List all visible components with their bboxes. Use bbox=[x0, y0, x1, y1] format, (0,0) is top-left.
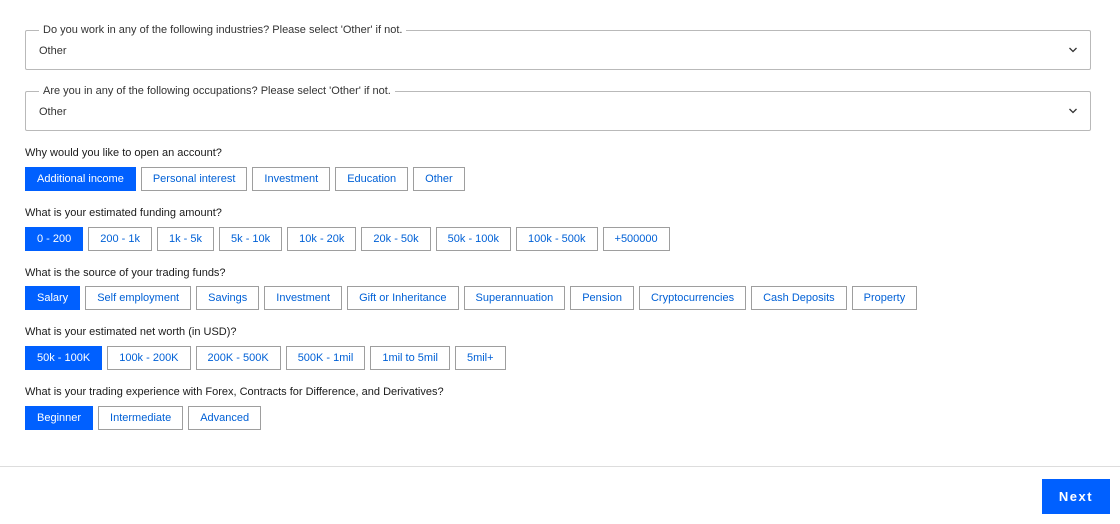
option-1mil-to-5mil-button[interactable]: 1mil to 5mil bbox=[370, 346, 450, 370]
options-funding-amount: 0 - 200 200 - 1k 1k - 5k 5k - 10k 10k - 20k 2… bbox=[25, 227, 675, 251]
option-200-1k-button[interactable]: 200 - 1k bbox=[88, 227, 152, 251]
option-pension-button[interactable]: Pension bbox=[570, 286, 634, 310]
question-net-worth: What is your estimated net worth (in USD… bbox=[25, 326, 237, 338]
option-500000-button[interactable]: +500000 bbox=[602, 227, 670, 251]
question-funds-source: What is the source of your trading funds… bbox=[25, 267, 226, 279]
option-cryptocurrencies-button[interactable]: Cryptocurrencies bbox=[638, 286, 747, 310]
options-net-worth: 50k - 100K 100k - 200K 200K - 500K 500K - 1… bbox=[25, 346, 511, 370]
option-superannuation-button[interactable]: Superannuation bbox=[463, 286, 566, 310]
option-other-button[interactable]: Other bbox=[413, 167, 465, 191]
option-beginner-button[interactable]: Beginner bbox=[25, 406, 94, 430]
option-advanced-button[interactable]: Advanced bbox=[188, 406, 262, 430]
options-trading-experience: Beginner Intermediate Advanced bbox=[25, 406, 266, 430]
option-investment-button[interactable]: Investment bbox=[264, 286, 343, 310]
option-50k-100k-button[interactable]: 50k - 100K bbox=[25, 346, 103, 370]
industry-select-value: Other bbox=[39, 45, 67, 57]
option-investment-button[interactable]: Investment bbox=[252, 167, 331, 191]
option-10k-20k-button[interactable]: 10k - 20k bbox=[287, 227, 357, 251]
option-5mil-button[interactable]: 5mil+ bbox=[454, 346, 506, 370]
question-funding-amount: What is your estimated funding amount? bbox=[25, 207, 222, 219]
option-intermediate-button[interactable]: Intermediate bbox=[98, 406, 184, 430]
occupation-select[interactable]: Are you in any of the following occupati… bbox=[25, 84, 1091, 131]
option-100k-500k-button[interactable]: 100k - 500k bbox=[516, 227, 598, 251]
option-personal-interest-button[interactable]: Personal interest bbox=[140, 167, 248, 191]
option-20k-50k-button[interactable]: 20k - 50k bbox=[361, 227, 431, 251]
option-200k-500k-button[interactable]: 200K - 500K bbox=[195, 346, 281, 370]
option-0-200-button[interactable]: 0 - 200 bbox=[25, 227, 84, 251]
option-additional-income-button[interactable]: Additional income bbox=[25, 167, 136, 191]
option-savings-button[interactable]: Savings bbox=[196, 286, 260, 310]
option-50k-100k-button[interactable]: 50k - 100k bbox=[435, 227, 512, 251]
options-funds-source: Salary Self employment Savings Investment Gi… bbox=[25, 286, 922, 310]
footer-divider bbox=[0, 466, 1120, 467]
question-trading-experience: What is your trading experience with For… bbox=[25, 386, 444, 398]
options-account-reason: Additional income Personal interest Invest… bbox=[25, 167, 470, 191]
option-gift-or-inheritance-button[interactable]: Gift or Inheritance bbox=[347, 286, 459, 310]
industry-select-label: Do you work in any of the following indu… bbox=[39, 23, 407, 37]
occupation-select-value: Other bbox=[39, 106, 67, 118]
option-self-employment-button[interactable]: Self employment bbox=[85, 286, 192, 310]
option-5k-10k-button[interactable]: 5k - 10k bbox=[219, 227, 283, 251]
option-500k-1mil-button[interactable]: 500K - 1mil bbox=[285, 346, 366, 370]
next-button[interactable]: Next bbox=[1042, 479, 1110, 514]
question-account-reason: Why would you like to open an account? bbox=[25, 147, 222, 159]
industry-select[interactable]: Do you work in any of the following indu… bbox=[25, 23, 1091, 70]
chevron-down-icon[interactable] bbox=[1068, 106, 1078, 116]
option-property-button[interactable]: Property bbox=[851, 286, 918, 310]
option-100k-200k-button[interactable]: 100k - 200K bbox=[107, 346, 191, 370]
option-1k-5k-button[interactable]: 1k - 5k bbox=[157, 227, 215, 251]
option-education-button[interactable]: Education bbox=[335, 167, 409, 191]
occupation-select-label: Are you in any of the following occupati… bbox=[39, 84, 395, 98]
option-salary-button[interactable]: Salary bbox=[25, 286, 81, 310]
chevron-down-icon[interactable] bbox=[1068, 45, 1078, 55]
option-cash-deposits-button[interactable]: Cash Deposits bbox=[751, 286, 847, 310]
